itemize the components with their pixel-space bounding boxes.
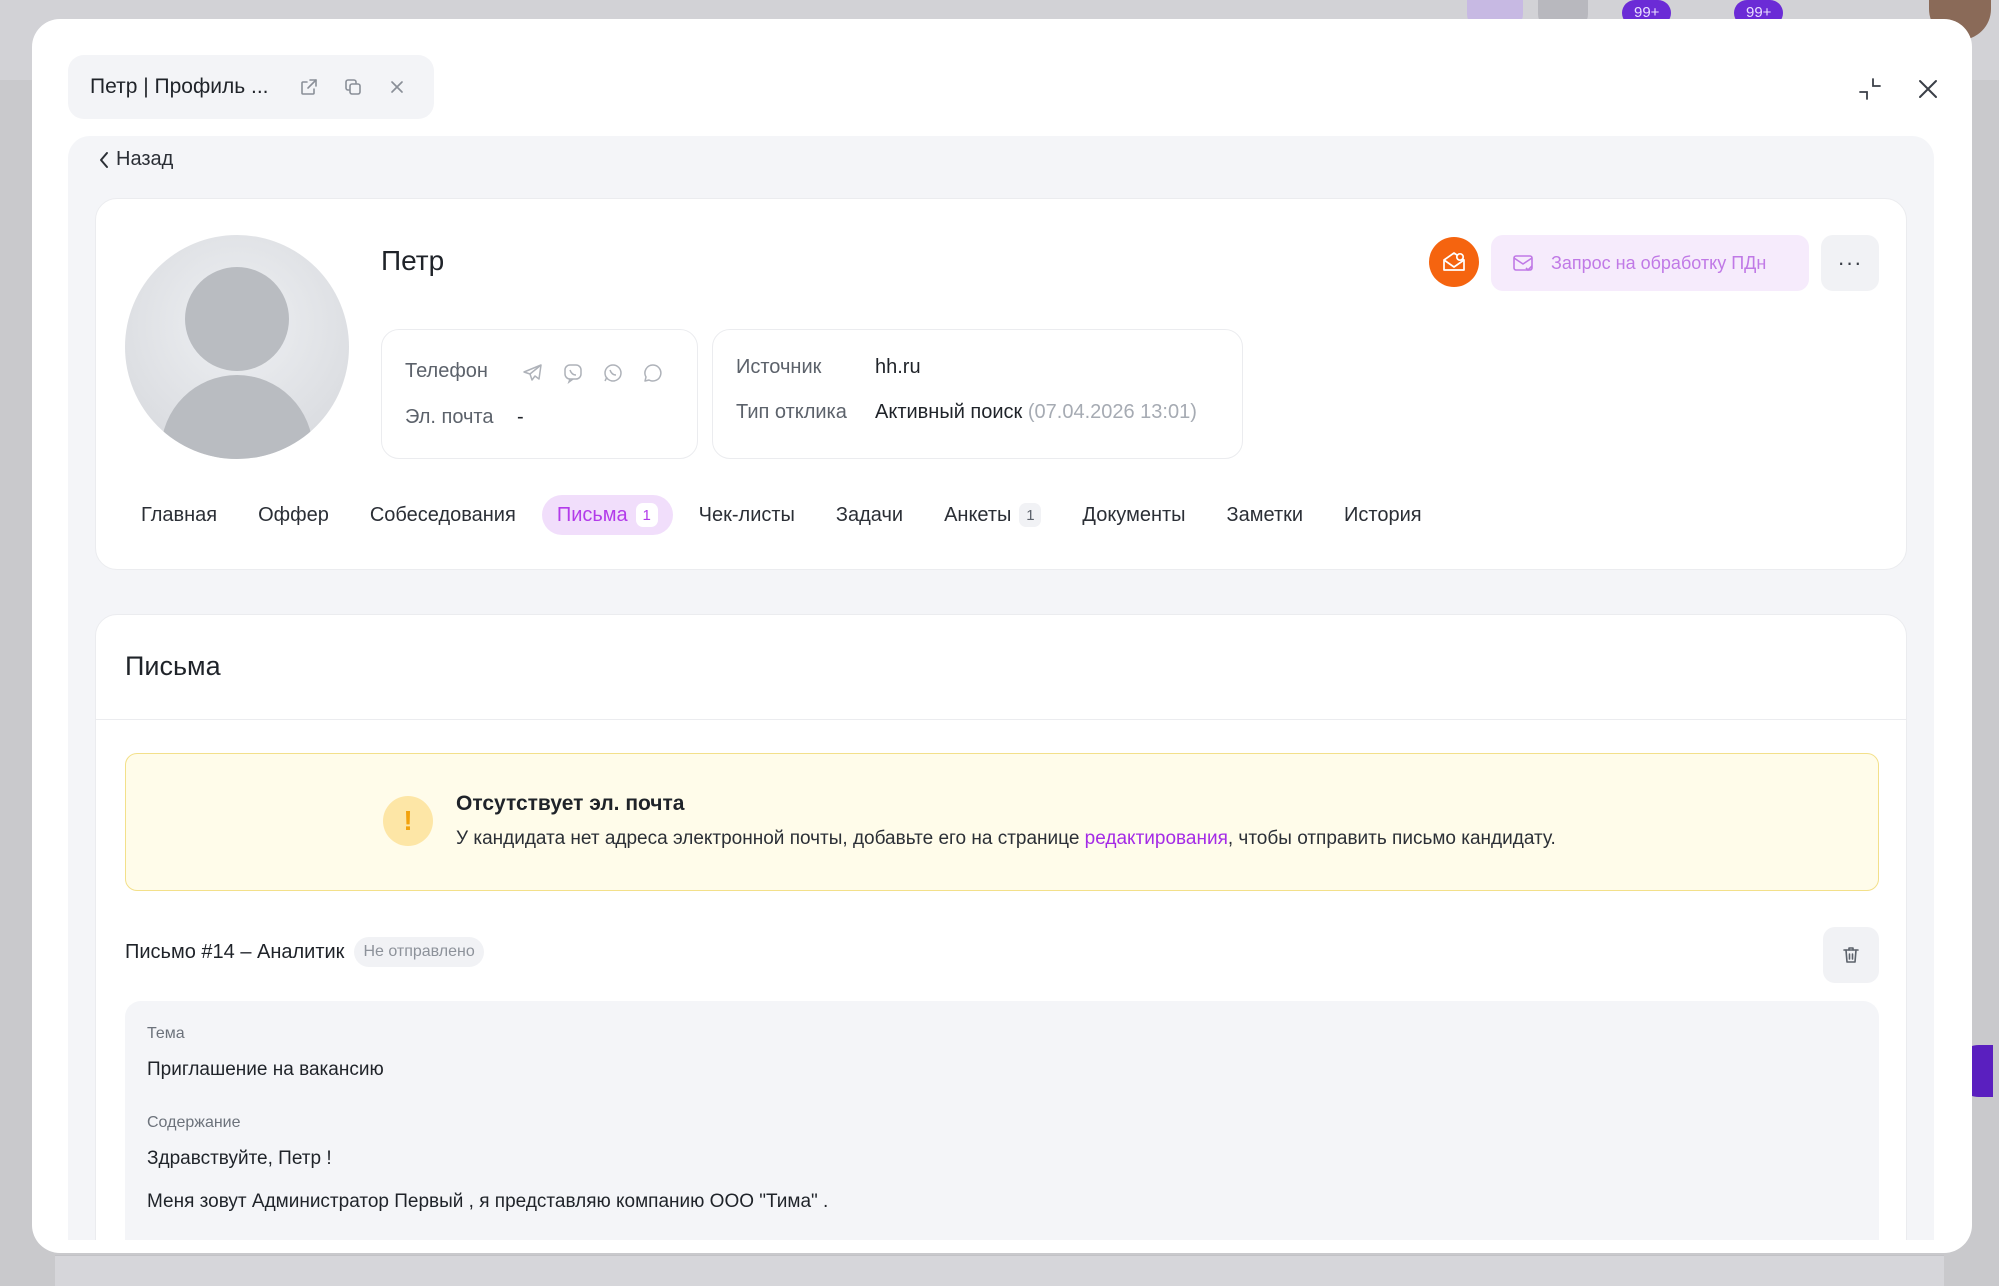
tab-label: Анкеты	[944, 503, 1012, 526]
email-value: -	[517, 406, 524, 428]
phone-label: Телефон	[405, 360, 488, 382]
tab-item[interactable]: Задачи	[821, 495, 918, 535]
content-line: Здравствуйте, Петр !	[147, 1148, 332, 1169]
profile-modal: Петр | Профиль ... Назад Петр Телефон Эл…	[32, 19, 1972, 1253]
letter-title: Письмо #14 – Аналитик	[125, 940, 345, 963]
telegram-icon[interactable]	[520, 360, 546, 386]
content-line: Меня зовут Администратор Первый , я пред…	[147, 1191, 829, 1212]
tab-badge: 1	[635, 503, 658, 527]
mail-open-icon	[1443, 252, 1465, 271]
collapse-icon[interactable]	[1852, 71, 1888, 107]
tab-label: Оффер	[258, 503, 329, 526]
tab-label: Письма	[556, 503, 628, 526]
letter-body: Тема Приглашение на вакансию Содержание …	[125, 1001, 1879, 1240]
letters-title: Письма	[125, 651, 221, 681]
tab-label: Документы	[1082, 503, 1186, 526]
edit-link[interactable]: редактирования	[1085, 828, 1228, 849]
tab-badge: 1	[1019, 503, 1042, 527]
source-box: Источник hh.ru Тип отклика Активный поис…	[712, 329, 1243, 459]
candidate-name: Петр	[381, 245, 445, 276]
warning-text-after: , чтобы отправить письмо кандидату.	[1227, 828, 1556, 849]
viber-icon[interactable]	[560, 360, 586, 386]
mail-alert-button[interactable]	[1429, 237, 1479, 287]
response-type-text: Активный поиск	[875, 401, 1023, 423]
background-grid	[55, 1255, 1944, 1286]
tab-item[interactable]: История	[1329, 495, 1437, 535]
delete-letter-button[interactable]	[1823, 927, 1879, 983]
profile-tabs: Главная Оффер Собеседования Письма 1 Чек-лист…	[126, 495, 1448, 535]
tab-item[interactable]: Оффер	[243, 495, 344, 535]
tab-label: История	[1344, 503, 1422, 526]
missing-email-warning: ! Отсутствует эл. почта У кандидата нет …	[125, 753, 1879, 891]
warning-title: Отсутствует эл. почта	[456, 792, 685, 815]
tab-label: Собеседования	[369, 503, 516, 526]
tab-label: Заметки	[1226, 503, 1304, 526]
chevron-left-icon	[100, 151, 108, 168]
source-value: hh.ru	[875, 356, 921, 378]
back-link[interactable]: Назад	[98, 148, 173, 171]
content-label: Содержание	[147, 1114, 241, 1131]
back-label: Назад	[116, 148, 174, 170]
tab-label: Главная	[141, 503, 218, 526]
warning-text: У кандидата нет адреса электронной почты…	[456, 828, 1556, 850]
tab-item[interactable]: Заметки	[1212, 495, 1319, 535]
more-button[interactable]: ···	[1821, 235, 1879, 291]
profile-page: Назад Петр Телефон Эл. почта - Источник …	[68, 136, 1934, 1240]
pdn-request-label: Запрос на обработку ПДн	[1551, 252, 1767, 273]
contacts-box: Телефон Эл. почта -	[381, 329, 698, 459]
tab-item[interactable]: Документы	[1067, 495, 1200, 535]
pdn-request-button[interactable]: Запрос на обработку ПДн	[1491, 235, 1809, 291]
divider	[96, 719, 1906, 720]
tab-item[interactable]: Анкеты 1	[929, 495, 1056, 535]
subject-label: Тема	[147, 1025, 185, 1042]
avatar	[125, 235, 349, 459]
warning-text-before: У кандидата нет адреса электронной почты…	[456, 828, 1085, 849]
profile-card: Петр Телефон Эл. почта - Источник hh.ru …	[95, 198, 1907, 570]
tab-item[interactable]: Главная	[126, 495, 232, 535]
whatsapp-icon[interactable]	[600, 360, 626, 386]
chat-icon[interactable]	[640, 360, 666, 386]
window-tab[interactable]: Петр | Профиль ...	[68, 55, 434, 119]
copy-icon[interactable]	[338, 72, 368, 102]
subject-value: Приглашение на вакансию	[147, 1059, 384, 1080]
source-label: Источник	[736, 356, 822, 378]
status-badge: Не отправлено	[354, 937, 484, 967]
email-label: Эл. почта	[405, 406, 494, 428]
window-tab-title: Петр | Профиль ...	[90, 75, 269, 98]
mail-check-icon	[1513, 255, 1533, 271]
letters-section: Письма ! Отсутствует эл. почта У кандида…	[95, 614, 1907, 1240]
exclamation-icon: !	[383, 796, 433, 846]
external-link-icon[interactable]	[294, 72, 324, 102]
trash-icon	[1843, 947, 1859, 963]
letter-header: Письмо #14 – Аналитик Не отправлено	[125, 937, 484, 967]
tab-label: Чек-листы	[698, 503, 795, 526]
tab-item[interactable]: Письма 1	[541, 495, 673, 535]
tab-item[interactable]: Собеседования	[355, 495, 531, 535]
response-type-label: Тип отклика	[736, 401, 847, 423]
modal-close-icon[interactable]	[1910, 71, 1946, 107]
close-icon[interactable]	[382, 72, 412, 102]
response-date: (07.04.2026 13:01)	[1027, 401, 1197, 423]
response-type-value: Активный поиск (07.04.2026 13:01)	[875, 401, 1197, 424]
tab-item[interactable]: Чек-листы	[684, 495, 810, 535]
tab-label: Задачи	[835, 503, 904, 526]
